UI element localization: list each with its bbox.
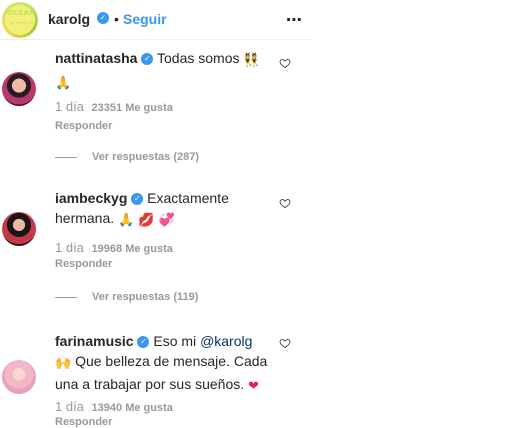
praying-hands-emoji-icon: 🙏 bbox=[55, 76, 72, 91]
follow-button[interactable]: Seguir bbox=[123, 11, 167, 27]
comment-meta: 1 día 19968 Me gusta bbox=[55, 240, 173, 255]
post-header: OCEAN ~~~~ karolg ✓ • Seguir ⋯ bbox=[0, 0, 312, 40]
view-replies-button[interactable]: Ver respuestas (119) bbox=[92, 291, 198, 303]
raised-hands-emoji-icon: 🙌 bbox=[55, 356, 72, 371]
verified-icon: ✓ bbox=[137, 336, 150, 349]
reply-button[interactable]: Responder bbox=[55, 120, 112, 132]
reply-button[interactable]: Responder bbox=[55, 416, 112, 428]
more-options-icon[interactable]: ⋯ bbox=[286, 10, 303, 30]
comment-username[interactable]: iambeckyg bbox=[55, 190, 127, 206]
comment-likes[interactable]: 19968 Me gusta bbox=[92, 243, 173, 255]
comment-text: iambeckyg ✓ Exactamente hermana. 🙏 💋 💞 bbox=[55, 188, 275, 231]
comments-panel: OCEAN ~~~~ karolg ✓ • Seguir ⋯ nattinata… bbox=[0, 0, 312, 428]
comment-text: nattinatasha ✓ Todas somos 👯 🙏 bbox=[55, 48, 275, 94]
verified-icon: ✓ bbox=[141, 53, 154, 66]
comment-time[interactable]: 1 día bbox=[55, 240, 84, 255]
avatar-text: OCEAN bbox=[7, 9, 35, 17]
replies-divider bbox=[55, 297, 77, 298]
mention-link[interactable]: @karolg bbox=[200, 333, 252, 349]
emoji-group-icon: 🙏 💋 💞 bbox=[118, 213, 175, 228]
dancers-emoji-icon: 👯 bbox=[243, 53, 260, 68]
reply-button[interactable]: Responder bbox=[55, 258, 112, 270]
commenter-avatar[interactable] bbox=[2, 360, 36, 394]
like-heart-icon[interactable] bbox=[279, 337, 291, 349]
red-heart-emoji-icon: ❤ bbox=[248, 379, 259, 394]
comment-time[interactable]: 1 día bbox=[55, 399, 84, 414]
like-heart-icon[interactable] bbox=[279, 57, 291, 69]
comment-body-line2: hermana. bbox=[55, 210, 115, 226]
comment-meta: 1 día 23351 Me gusta bbox=[55, 99, 173, 114]
comment-body: Exactamente bbox=[147, 190, 229, 206]
commenter-avatar[interactable] bbox=[2, 212, 36, 246]
view-replies-button[interactable]: Ver respuestas (287) bbox=[92, 151, 199, 163]
comment-body: Todas somos bbox=[157, 50, 240, 66]
like-heart-icon[interactable] bbox=[279, 197, 291, 209]
comment-meta: 1 día 13940 Me gusta bbox=[55, 399, 173, 414]
comment-body-line3: una a trabajar por sus sueños. bbox=[55, 376, 245, 392]
verified-icon: ✓ bbox=[97, 12, 109, 24]
comment-body-line2: Que belleza de mensaje. Cada bbox=[75, 353, 268, 369]
separator-dot: • bbox=[114, 11, 119, 27]
verified-icon: ✓ bbox=[131, 193, 144, 206]
commenter-avatar[interactable] bbox=[2, 72, 36, 106]
comment-likes[interactable]: 23351 Me gusta bbox=[92, 102, 173, 114]
comment-text: farinamusic ✓ Eso mi @karolg 🙌 Que belle… bbox=[55, 331, 275, 397]
account-username[interactable]: karolg bbox=[48, 11, 90, 27]
account-avatar[interactable]: OCEAN ~~~~ bbox=[2, 2, 38, 38]
comment-username[interactable]: nattinatasha bbox=[55, 50, 137, 66]
comment-body: Eso mi bbox=[153, 333, 197, 349]
comment-time[interactable]: 1 día bbox=[55, 99, 84, 114]
replies-divider bbox=[55, 157, 77, 158]
blank-area bbox=[312, 0, 526, 428]
comment-username[interactable]: farinamusic bbox=[55, 333, 134, 349]
comment-likes[interactable]: 13940 Me gusta bbox=[92, 402, 173, 414]
